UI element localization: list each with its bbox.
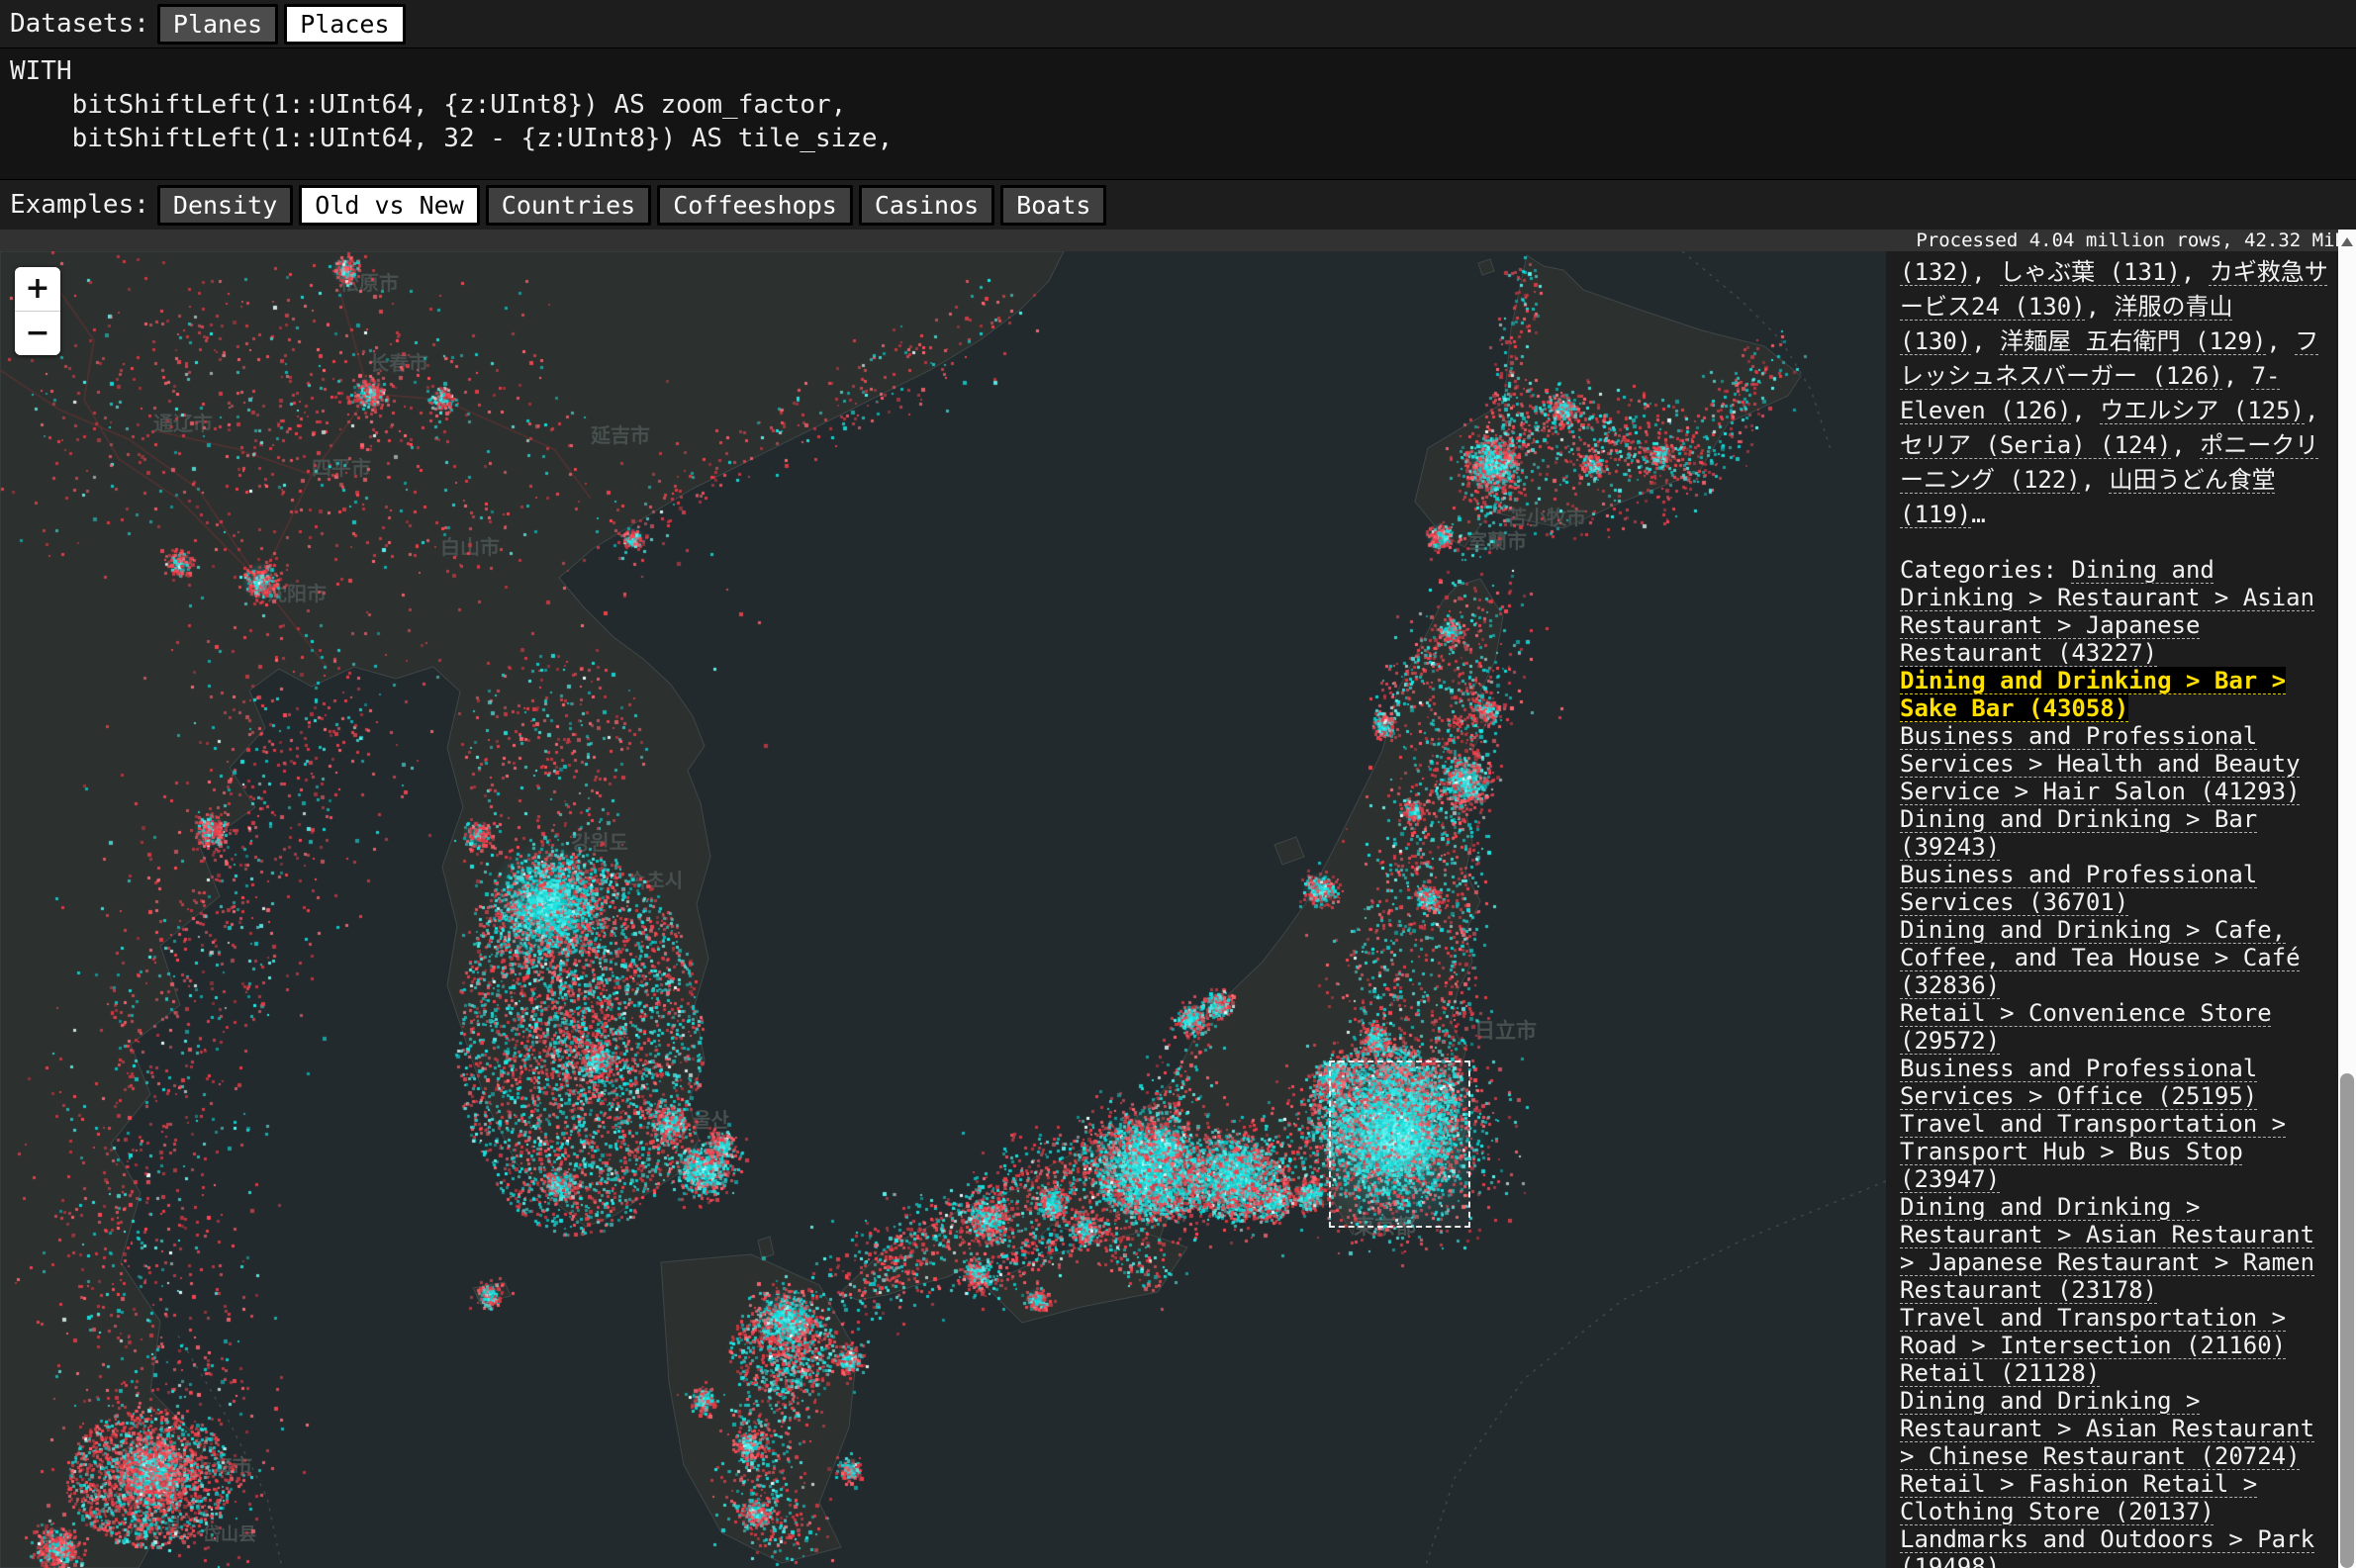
example-button-coffeeshops[interactable]: Coffeeshops xyxy=(657,185,853,226)
sql-query-text[interactable]: WITH bitShiftLeft(1::UInt64, {z:UInt8}) … xyxy=(0,48,2356,155)
top-name-link[interactable]: 洋麺屋 五右衛門 (129) xyxy=(2000,327,2266,355)
category-item: Business and Professional Services > Off… xyxy=(1900,1055,2332,1110)
category-item: Business and Professional Services > Hea… xyxy=(1900,722,2332,805)
category-link[interactable]: Business and Professional Services > Hea… xyxy=(1900,722,2301,805)
top-names-list: (132), しゃぶ葉 (131), カギ救急サービス24 (130), 洋服の… xyxy=(1900,255,2332,532)
category-link[interactable]: Dining and Drinking > Restaurant > Asian… xyxy=(1900,1193,2314,1304)
examples-label: Examples: xyxy=(10,190,149,220)
category-item: Retail > Fashion Retail > Clothing Store… xyxy=(1900,1470,2332,1525)
category-link[interactable]: Business and Professional Services > Off… xyxy=(1900,1055,2257,1110)
app-root: Datasets: PlanesPlaces WITH bitShiftLeft… xyxy=(0,0,2356,1568)
map-zoom-control: + − xyxy=(15,267,60,355)
example-button-boats[interactable]: Boats xyxy=(1000,185,1106,226)
scroll-up-arrow-icon[interactable] xyxy=(2341,237,2353,246)
top-name-link[interactable]: しゃぶ葉 (131) xyxy=(2000,258,2181,286)
top-names-ellipsis: … xyxy=(1971,501,1985,528)
top-name-link[interactable]: (132) xyxy=(1900,258,1971,286)
results-sidebar: (132), しゃぶ葉 (131), カギ救急サービス24 (130), 洋服の… xyxy=(1886,251,2338,1568)
status-bar: Processed 4.04 million rows, 42.32 MiB xyxy=(0,230,2356,251)
datasets-label: Datasets: xyxy=(10,9,149,39)
dataset-button-planes[interactable]: Planes xyxy=(157,4,278,45)
example-button-casinos[interactable]: Casinos xyxy=(859,185,994,226)
category-link[interactable]: Retail > Fashion Retail > Clothing Store… xyxy=(1900,1470,2257,1525)
category-link[interactable]: Dining and Drinking > Restaurant > Asian… xyxy=(1900,1387,2314,1470)
category-item: Travel and Transportation > Transport Hu… xyxy=(1900,1110,2332,1193)
zoom-in-button[interactable]: + xyxy=(15,267,60,311)
category-item: Dining and Drinking > Bar > Sake Bar (43… xyxy=(1900,667,2332,722)
category-link[interactable]: Retail > Convenience Store (29572) xyxy=(1900,999,2272,1055)
category-link[interactable]: Dining and Drinking > Cafe, Coffee, and … xyxy=(1900,916,2301,999)
example-button-old-vs-new[interactable]: Old vs New xyxy=(299,185,480,226)
example-button-countries[interactable]: Countries xyxy=(486,185,651,226)
map-selection-rectangle[interactable] xyxy=(1329,1061,1470,1228)
category-link[interactable]: Dining and Drinking > Bar (39243) xyxy=(1900,805,2257,861)
category-item: Dining and Drinking > Cafe, Coffee, and … xyxy=(1900,916,2332,999)
category-item: Dining and Drinking > Restaurant > Asian… xyxy=(1900,1387,2332,1470)
category-link[interactable]: Retail (21128) xyxy=(1900,1359,2100,1387)
zoom-out-button[interactable]: − xyxy=(15,312,60,355)
sql-editor[interactable]: WITH bitShiftLeft(1::UInt64, {z:UInt8}) … xyxy=(0,47,2356,180)
top-name-link[interactable]: ウエルシア (125) xyxy=(2100,397,2305,424)
category-item: Travel and Transportation > Road > Inter… xyxy=(1900,1304,2332,1359)
scrollbar-thumb[interactable] xyxy=(2340,1073,2354,1568)
category-link[interactable]: Business and Professional Services (3670… xyxy=(1900,861,2257,916)
category-item: Landmarks and Outdoors > Park (19498) xyxy=(1900,1525,2332,1568)
category-link-highlighted[interactable]: Dining and Drinking > Bar > Sake Bar (43… xyxy=(1900,667,2286,722)
examples-bar: Examples: DensityOld vs NewCountriesCoff… xyxy=(0,180,2356,230)
status-text: Processed 4.04 million rows, 42.32 MiB xyxy=(1916,230,2346,251)
sidebar-scrollbar[interactable] xyxy=(2338,230,2356,1568)
top-name-link[interactable]: セリア (Seria) (124) xyxy=(1900,431,2171,459)
datasets-bar: Datasets: PlanesPlaces xyxy=(0,0,2356,47)
category-item: Dining and Drinking > Restaurant > Asian… xyxy=(1900,1193,2332,1304)
dataset-button-group: PlanesPlaces xyxy=(157,4,406,45)
map-points-layer[interactable] xyxy=(0,251,1886,1568)
map-area[interactable]: 강원도개성시속초시울산日立市東京都苫小牧市室蘭市上海市海盐县岱山县松原市通辽市四… xyxy=(0,251,1886,1568)
category-item: Retail > Convenience Store (29572) xyxy=(1900,999,2332,1055)
example-button-density[interactable]: Density xyxy=(157,185,293,226)
category-link[interactable]: Travel and Transportation > Transport Hu… xyxy=(1900,1110,2286,1193)
dataset-button-places[interactable]: Places xyxy=(284,4,405,45)
categories-list: Categories: Dining and Drinking > Restau… xyxy=(1900,556,2332,1568)
example-button-group: DensityOld vs NewCountriesCoffeeshopsCas… xyxy=(157,185,1107,226)
categories-prefix: Categories: xyxy=(1900,556,2071,584)
category-link[interactable]: Landmarks and Outdoors > Park (19498) xyxy=(1900,1525,2314,1568)
category-link[interactable]: Travel and Transportation > Road > Inter… xyxy=(1900,1304,2286,1359)
category-item: Dining and Drinking > Bar (39243) xyxy=(1900,805,2332,861)
category-item: Business and Professional Services (3670… xyxy=(1900,861,2332,916)
category-item: Retail (21128) xyxy=(1900,1359,2332,1387)
